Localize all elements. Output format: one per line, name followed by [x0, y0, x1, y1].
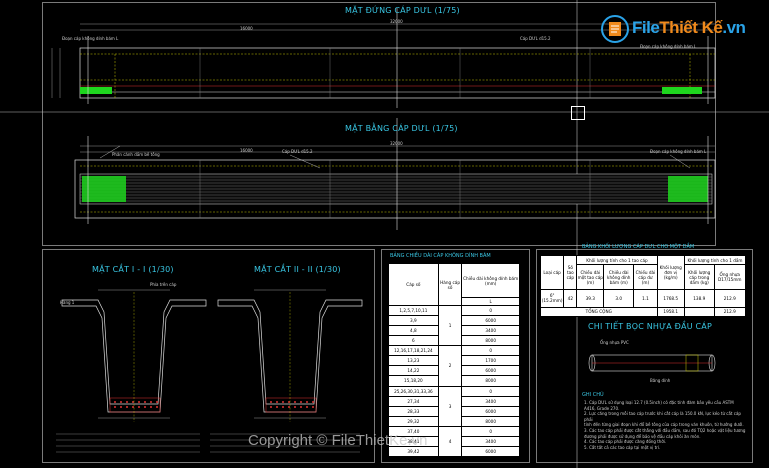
lt-head-L: L: [461, 297, 520, 306]
lt-cap: 3,9: [388, 315, 439, 327]
lt-len: 8000: [461, 415, 520, 427]
detail-label-right: Băng dính: [650, 378, 671, 383]
section-label-left: Hàng 1: [60, 300, 75, 305]
logo-part1: File: [632, 18, 660, 37]
elev-half-dim: 16000: [240, 26, 253, 31]
lt-cap: 14,22: [388, 365, 439, 377]
vt-cell: 1.1: [633, 289, 658, 308]
detail-label: Ống nhựa PVC: [600, 340, 629, 345]
note-line: 5. Cắt tất cả các tao cáp tại một vị trí…: [584, 444, 661, 450]
notes-title: GHI CHÚ: [582, 392, 604, 398]
lt-cap: 1,2,5,7,10,11: [388, 304, 439, 317]
plan-half-dim: 16000: [240, 148, 253, 153]
vt-cell: 42: [563, 289, 578, 308]
lt-cap: 29,32: [388, 415, 439, 427]
lt-cap: 15,18,20: [388, 375, 439, 387]
lt-cap: 6: [388, 335, 439, 347]
lt-len: 8000: [461, 335, 520, 347]
vt-cell: 212.9: [713, 289, 747, 308]
logo-part2: Thiết Kế: [659, 18, 723, 37]
lt-len: 0: [461, 304, 520, 317]
plan-total-dim: 32000: [390, 141, 403, 146]
vt-h1: Loại cáp: [539, 254, 565, 291]
cad-cursor: [571, 106, 585, 120]
plan-label-mid: Cáp DƯL d15.2: [282, 149, 313, 154]
lt-group: 1: [437, 304, 463, 347]
vt-cell: 1768.5: [656, 289, 685, 308]
vt-h5c: Ống nhựa D17/15mm: [713, 264, 747, 291]
plan-label-right: Đoạn cáp không dính bám L: [650, 149, 707, 154]
lt-head-len: Chiều dài không dính bám (mm): [461, 263, 520, 298]
lt-cap: 12,16,17,18,21,24: [388, 345, 439, 357]
elev-label-right: Cáp DƯL d15.2: [520, 36, 551, 41]
volume-table-title: BẢNG KHỐI LƯỢNG CÁP DƯL CHO MỘT DẦM: [582, 244, 695, 250]
vt-cell: 138.9: [683, 289, 715, 308]
vt-total: [683, 306, 715, 318]
lt-len: 0: [461, 345, 520, 357]
section-label-mid: Phía trên cáp: [150, 282, 177, 287]
lt-group: 2: [437, 345, 463, 387]
note-line: 1. Cáp DƯL sử dụng loại 12.7 (0.5inch) c…: [584, 400, 734, 405]
lt-group: 4: [437, 425, 463, 458]
length-table-title: BẢNG CHIỀU DÀI CÁP KHÔNG DÍNH BÁM: [390, 253, 491, 259]
lt-cap: 28,33: [388, 405, 439, 417]
plan-label-left: Phân cánh dầm bê tông: [112, 152, 160, 157]
lt-len: 6000: [461, 405, 520, 417]
vt-cell: 6"(15.2mm): [539, 289, 565, 308]
note-line: 3. Các tao cáp phải được cắt thẳng với đ…: [584, 427, 746, 433]
logo-part3: .vn: [722, 18, 746, 37]
lt-len: 0: [461, 385, 520, 397]
logo-icon: [601, 15, 629, 43]
lt-cap: 4,8: [388, 325, 439, 337]
watermark: Copyright © FileThietKe.vn: [248, 432, 428, 449]
lt-len: 0: [461, 425, 520, 437]
lt-cap: 13,23: [388, 355, 439, 367]
lt-len: 1700: [461, 355, 520, 367]
vt-h3b: Chiều dài không dính bám (m): [603, 264, 635, 291]
vt-total: 212.9: [713, 306, 747, 318]
vt-h3: Khối lượng tính cho 1 tao cáp: [576, 254, 658, 266]
lt-cap: 25,26,30,31,33,36: [388, 385, 439, 397]
vt-h3c: Chiều dài cáp dư (m): [633, 264, 658, 291]
length-table: Cáp số Hàng cáp số Chiều dài không dính …: [388, 263, 520, 458]
lt-len: 6000: [461, 365, 520, 377]
note-line: 2. Lực căng trong mỗi tao cáp trước khi …: [584, 411, 741, 422]
lt-len: 3400: [461, 435, 520, 447]
elev-label-left: Đoạn cáp không dính bám L: [62, 36, 119, 41]
vt-cell: 3.0: [603, 289, 635, 308]
lt-len: 6000: [461, 445, 520, 458]
volume-table: Loại cáp Số tao cáp Khối lượng tính cho …: [539, 254, 747, 318]
vt-h5a: Khối lượng cáp trong dầm (kg): [683, 264, 715, 291]
plan-title: MẶT BẰNG CÁP DƯL (1/75): [345, 124, 458, 133]
lt-head-cap: Cáp số: [388, 263, 439, 306]
vt-total-label: TỔNG CỘNG: [540, 306, 658, 318]
notes-list: 1. Cáp DƯL sử dụng loại 12.7 (0.5inch) c…: [584, 400, 746, 450]
vt-h5: Khối lượng tính cho 1 dầm: [683, 254, 747, 266]
vt-cell: 39.3: [576, 289, 605, 308]
lt-len: 3400: [461, 395, 520, 407]
lt-group: 3: [437, 385, 463, 427]
lt-len: 8000: [461, 375, 520, 387]
vt-h3a: Chiều dài một tao cáp (m): [576, 264, 605, 291]
lt-head-row: Hàng cáp số: [437, 263, 463, 306]
vt-h2: Số tao cáp: [563, 254, 578, 291]
lt-len: 6000: [461, 315, 520, 327]
elevation-title: MẶT ĐỨNG CÁP DƯL (1/75): [345, 6, 460, 15]
vt-h4: Khối lượng đơn vị (kg/m): [656, 254, 685, 291]
elev-total-dim: 32000: [390, 19, 403, 24]
section2-title: MẶT CẮT II - II (1/30): [254, 265, 341, 274]
logo-text: FileThiết Kế.vn: [632, 18, 746, 38]
site-logo: FileThiết Kế.vn: [600, 12, 750, 46]
detail-title: CHI TIẾT BỌC NHỰA ĐẦU CÁP: [588, 322, 712, 331]
lt-cap: 27,34: [388, 395, 439, 407]
cad-drawing: [0, 0, 769, 468]
lt-len: 3400: [461, 325, 520, 337]
vt-total: 1958.1: [656, 306, 685, 318]
section1-title: MẶT CẮT I - I (1/30): [92, 265, 174, 274]
